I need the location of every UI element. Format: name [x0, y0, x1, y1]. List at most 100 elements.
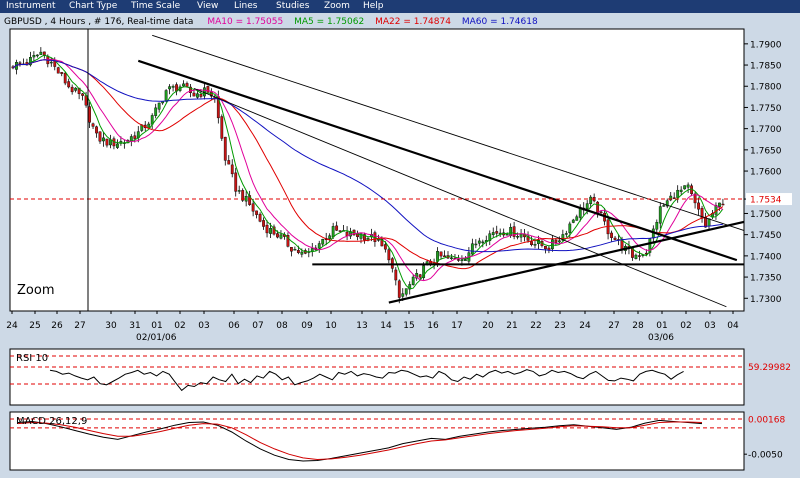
- candle-body: [53, 60, 57, 67]
- candle-body: [81, 93, 85, 96]
- candle-body: [397, 280, 401, 298]
- zoom-label: Zoom: [17, 283, 54, 298]
- time-tick-label: 08: [276, 321, 288, 331]
- candle-body: [596, 201, 600, 213]
- candle-body: [557, 240, 561, 243]
- candle-body: [220, 116, 224, 139]
- candle-body: [199, 93, 203, 97]
- time-tick-label: 15: [403, 321, 414, 331]
- time-tick-label: 02: [174, 321, 185, 331]
- candle-body: [276, 233, 279, 238]
- candle-body: [105, 138, 109, 146]
- candle-body: [331, 226, 335, 238]
- candle-body: [658, 206, 662, 224]
- candle-body: [533, 244, 537, 246]
- time-tick-label: 10: [325, 321, 337, 331]
- candle-body: [634, 254, 638, 259]
- candle-body: [495, 231, 499, 234]
- candle-body: [206, 86, 210, 93]
- time-tick-label: 13: [356, 321, 367, 331]
- candle-body: [679, 189, 683, 192]
- candle-body: [481, 241, 485, 244]
- rsi-title: RSI 10: [16, 353, 48, 364]
- candle-body: [450, 257, 453, 259]
- candle-body: [544, 245, 547, 250]
- candle-body: [464, 259, 467, 261]
- candle-body: [530, 241, 533, 246]
- macd-tick-label: 0.00168: [748, 415, 785, 425]
- candle-body: [39, 51, 43, 55]
- candle-body: [571, 219, 575, 223]
- time-tick-label: 01: [151, 321, 162, 331]
- time-tick-label: 17: [451, 321, 462, 331]
- candle-body: [223, 136, 227, 161]
- candle-body: [509, 226, 513, 237]
- candle-body: [262, 220, 265, 227]
- candle-body: [317, 243, 321, 249]
- candle-body: [185, 83, 189, 87]
- price-tick-label: 1.7400: [750, 252, 782, 262]
- time-tick-label: 25: [29, 321, 40, 331]
- candle-body: [551, 239, 554, 250]
- price-tick-label: 1.7600: [750, 168, 782, 178]
- time-tick-label: 21: [506, 321, 517, 331]
- candle-body: [418, 274, 422, 278]
- candle-body: [164, 90, 168, 102]
- price-tick-label: 1.7800: [750, 83, 782, 93]
- candle-body: [192, 92, 196, 97]
- candle-body: [56, 67, 60, 74]
- candle-body: [383, 244, 387, 250]
- candle-body: [638, 255, 641, 257]
- candle-body: [196, 93, 199, 98]
- candle-body: [491, 232, 495, 235]
- time-tick-label: 20: [482, 321, 494, 331]
- date-label: 02/01/06: [136, 333, 177, 343]
- chart-symbol-info: GBPUSD , 4 Hours , # 176, Real-time data: [4, 17, 193, 27]
- candle-body: [35, 54, 39, 57]
- time-tick-label: 02: [680, 321, 691, 331]
- candle-body: [154, 107, 158, 116]
- candle-body: [102, 137, 105, 142]
- rsi-value-label: 59.29982: [748, 363, 791, 373]
- price-tick-label: 1.7500: [750, 210, 782, 220]
- moving-average-legend: MA10 = 1.75055 MA5 = 1.75062 MA22 = 1.74…: [207, 17, 538, 27]
- candle-body: [95, 126, 98, 134]
- time-tick-label: 24: [579, 321, 591, 331]
- candle-body: [436, 251, 439, 262]
- candle-body: [394, 269, 398, 281]
- time-tick-label: 31: [129, 321, 140, 331]
- price-tick-label: 1.7900: [750, 40, 782, 50]
- price-tick-label: 1.7650: [750, 146, 782, 156]
- candle-body: [67, 81, 71, 88]
- price-tick-label: 1.7850: [750, 62, 782, 72]
- candle-body: [258, 213, 262, 222]
- candle-body: [470, 243, 474, 255]
- candle-body: [655, 221, 659, 230]
- candle-body: [300, 251, 304, 255]
- candle-body: [321, 239, 325, 245]
- candle-body: [237, 190, 241, 192]
- candle-body: [721, 203, 725, 206]
- candle-body: [575, 216, 579, 221]
- chart-canvas[interactable]: 1.7900 1.7850 1.7800 1.7750 1.7700 1.7650 1.76…: [0, 0, 800, 478]
- time-tick-label: 16: [427, 321, 439, 331]
- candle-body: [60, 72, 64, 74]
- candle-body: [279, 234, 283, 239]
- candle-body: [401, 293, 405, 297]
- candle-body: [244, 195, 248, 202]
- candle-body: [32, 55, 36, 58]
- candle-body: [683, 185, 687, 190]
- candle-body: [338, 230, 342, 232]
- time-tick-label: 30: [105, 321, 117, 331]
- candle-body: [157, 102, 161, 110]
- candle-body: [63, 72, 67, 84]
- candle-body: [230, 164, 234, 175]
- candle-body: [697, 202, 700, 210]
- candle-body: [171, 85, 175, 88]
- time-tick-label: 22: [530, 321, 541, 331]
- candle-body: [335, 225, 339, 231]
- candle-body: [290, 247, 293, 252]
- ma22-label: MA22 = 1.74874: [375, 17, 451, 27]
- candle-body: [91, 123, 95, 127]
- candle-body: [505, 234, 509, 236]
